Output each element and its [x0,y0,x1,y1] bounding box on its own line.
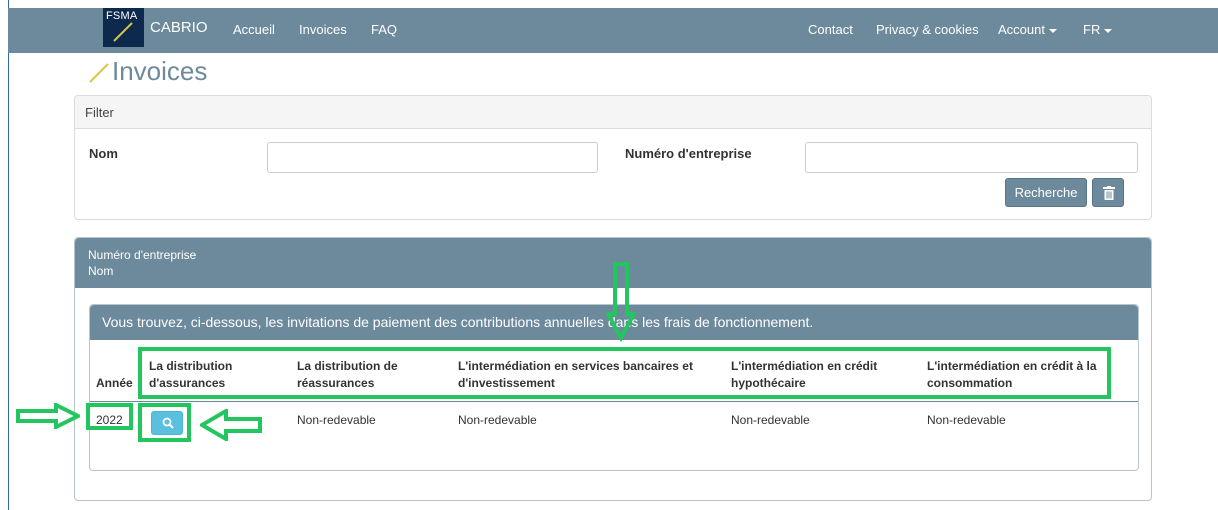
language-dropdown[interactable]: FR [1083,22,1113,37]
slash-logo-icon [113,22,133,42]
name-input[interactable] [267,142,598,173]
trash-icon [1103,186,1115,200]
nav-link-invoices[interactable]: Invoices [299,22,347,37]
clear-button[interactable] [1092,178,1124,207]
fsma-logo[interactable]: FSMA [103,8,144,47]
language-label: FR [1083,22,1101,37]
company-number-input[interactable] [805,142,1138,173]
table-cell-mortgage: Non-redevable [731,413,810,427]
page-title: Invoices [112,56,208,86]
nav-link-faq[interactable]: FAQ [371,22,397,37]
search-button[interactable]: Recherche [1005,178,1087,207]
title-slash-icon [89,63,109,83]
year-highlight-box [86,403,133,430]
navbar: FSMA CABRIO Accueil Invoices FAQ Contact… [8,8,1218,53]
name-label: Nom [89,146,118,161]
column-header-year: Année [96,376,133,390]
brand-name[interactable]: CABRIO [150,19,208,36]
chevron-down-icon [1048,28,1057,33]
table-cell-reinsurance: Non-redevable [297,413,376,427]
header-highlight-box [138,347,1111,399]
left-arrow-icon [200,409,262,441]
chevron-down-icon [1104,28,1113,33]
company-number-heading: Numéro d'entreprise [88,248,197,262]
nav-link-contact[interactable]: Contact [808,22,853,37]
down-arrow-icon [606,262,636,342]
page: FSMA CABRIO Accueil Invoices FAQ Contact… [0,0,1218,510]
table-cell-banking: Non-redevable [458,413,537,427]
filter-panel: Filter Nom Numéro d'entreprise Recherche [74,95,1152,220]
account-label: Account [998,22,1045,37]
nav-link-privacy[interactable]: Privacy & cookies [876,22,979,37]
right-arrow-icon [16,403,80,429]
table-header-divider [90,401,1138,402]
view-button-highlight-box [138,403,191,442]
nav-link-accueil[interactable]: Accueil [233,22,275,37]
filter-heading: Filter [75,96,1151,129]
company-number-label: Numéro d'entreprise [625,146,752,161]
account-dropdown[interactable]: Account [998,22,1057,37]
table-cell-consumer-credit: Non-redevable [927,413,1006,427]
page-left-border [8,0,9,510]
